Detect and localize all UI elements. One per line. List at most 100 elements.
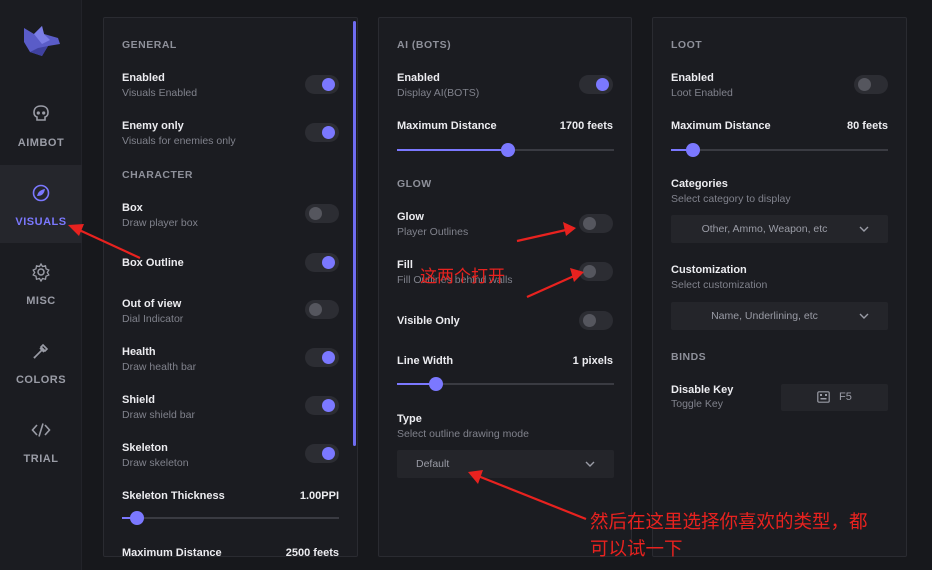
health-toggle[interactable] (305, 348, 339, 367)
categories-dropdown[interactable]: Other, Ammo, Weapon, etc (671, 215, 888, 243)
slider-thumb[interactable] (500, 143, 515, 157)
box-outline-toggle[interactable] (305, 253, 339, 272)
keyboard-icon (817, 391, 830, 403)
slider-thumb[interactable] (429, 377, 444, 391)
box-sub: Draw player box (122, 217, 198, 229)
visible-only-label: Visible Only (397, 315, 460, 327)
section-binds: BINDS (671, 351, 707, 363)
categories-sub: Select category to display (671, 193, 791, 205)
ai-enabled-sub: Display AI(BOTS) (397, 87, 480, 99)
disable-key-sub: Toggle Key (671, 398, 723, 410)
sidebar-item-label: AIMBOT (17, 137, 65, 149)
wolf-logo-icon (24, 26, 60, 56)
type-selected: Default (416, 458, 450, 470)
type-dropdown[interactable]: Default (397, 450, 614, 478)
loot-panel: LOOT Enabled Loot Enabled Maximum Distan… (652, 17, 907, 557)
annotation-open-both: 这两个打开 (420, 267, 505, 287)
categories-label: Categories (671, 178, 728, 190)
shield-toggle[interactable] (305, 396, 339, 415)
enabled-toggle[interactable] (305, 75, 339, 94)
shield-sub: Draw shield bar (122, 409, 195, 421)
chevron-down-icon (585, 461, 595, 467)
enabled-label: Enabled (122, 72, 165, 84)
sidebar-item-label: VISUALS (15, 216, 67, 228)
eye-icon (32, 184, 50, 202)
ai-enabled-label: Enabled (397, 72, 440, 84)
box-toggle[interactable] (305, 204, 339, 223)
chevron-down-icon (859, 226, 869, 232)
section-general: GENERAL (122, 39, 177, 51)
gear-icon (32, 262, 50, 282)
annotation-choose-type-line1: 然后在这里选择你喜欢的类型，都 (590, 512, 868, 533)
enabled-sub: Visuals Enabled (122, 87, 198, 99)
type-label: Type (397, 413, 422, 425)
chevron-down-icon (859, 313, 869, 319)
health-sub: Draw health bar (122, 361, 197, 373)
skeleton-thickness-label: Skeleton Thickness (122, 490, 225, 502)
ai-enabled-toggle[interactable] (579, 75, 613, 94)
sidebar-item-label: TRIAL (23, 453, 59, 465)
customization-sub: Select customization (671, 279, 768, 291)
glow-label: Glow (397, 211, 424, 223)
customization-dropdown[interactable]: Name, Underlining, etc (671, 302, 888, 330)
loot-enabled-sub: Loot Enabled (671, 87, 733, 99)
skeleton-label: Skeleton (122, 442, 168, 454)
section-loot: LOOT (671, 39, 703, 51)
sidebar-item-visuals[interactable]: VISUALS (0, 165, 82, 243)
shield-label: Shield (122, 394, 156, 406)
section-ai: AI (BOTS) (397, 39, 452, 51)
loot-enabled-label: Enabled (671, 72, 714, 84)
enemy-only-label: Enemy only (122, 120, 184, 132)
skull-icon (33, 105, 49, 121)
loot-max-distance-label: Maximum Distance (671, 120, 771, 132)
line-width-slider[interactable] (397, 376, 614, 392)
ai-panel: AI (BOTS) Enabled Display AI(BOTS) Maxim… (378, 17, 632, 557)
categories-selected: Other, Ammo, Weapon, etc (701, 223, 828, 235)
glow-sub: Player Outlines (397, 226, 469, 238)
visible-only-toggle[interactable] (579, 311, 613, 330)
out-of-view-toggle[interactable] (305, 300, 339, 319)
max-distance-value: 2500 feets (285, 547, 339, 557)
health-label: Health (122, 346, 156, 358)
panel-scrollbar[interactable] (353, 21, 356, 446)
skeleton-toggle[interactable] (305, 444, 339, 463)
out-of-view-sub: Dial Indicator (122, 313, 184, 325)
disable-key-label: Disable Key (671, 384, 734, 396)
annotation-choose-type-line2: 可以试一下 (590, 539, 683, 560)
loot-enabled-toggle[interactable] (854, 75, 888, 94)
general-panel: GENERAL Enabled Visuals Enabled Enemy on… (103, 17, 358, 557)
enemy-only-toggle[interactable] (305, 123, 339, 142)
type-sub: Select outline drawing mode (397, 428, 529, 440)
eyedropper-icon (33, 343, 49, 359)
box-label: Box (122, 202, 143, 214)
code-icon (31, 423, 51, 437)
ai-max-distance-value: 1700 feets (559, 120, 613, 132)
sidebar-item-aimbot[interactable]: AIMBOT (0, 86, 82, 164)
slider-thumb[interactable] (685, 143, 700, 157)
out-of-view-label: Out of view (122, 298, 182, 310)
customization-selected: Name, Underlining, etc (711, 310, 818, 322)
box-outline-label: Box Outline (122, 257, 184, 269)
customization-label: Customization (671, 264, 747, 276)
skeleton-thickness-slider[interactable] (122, 510, 339, 526)
disable-key-button[interactable]: F5 (781, 384, 888, 411)
fill-toggle[interactable] (579, 262, 613, 281)
sidebar: AIMBOT VISUALS MISC COLORS TRIAL (0, 0, 82, 570)
loot-max-distance-slider[interactable] (671, 142, 888, 158)
section-character: CHARACTER (122, 169, 193, 181)
slider-thumb[interactable] (130, 511, 145, 525)
fill-label: Fill (397, 259, 413, 271)
sidebar-item-colors[interactable]: COLORS (0, 323, 82, 401)
ai-max-distance-label: Maximum Distance (397, 120, 497, 132)
sidebar-item-label: COLORS (15, 374, 67, 386)
sidebar-item-misc[interactable]: MISC (0, 244, 82, 322)
line-width-value: 1 pixels (572, 355, 613, 367)
app-root: AIMBOT VISUALS MISC COLORS TRIAL GENERAL… (0, 0, 932, 570)
sidebar-item-trial[interactable]: TRIAL (0, 402, 82, 480)
ai-max-distance-slider[interactable] (397, 142, 614, 158)
skeleton-thickness-value: 1.00PPI (299, 490, 339, 502)
section-glow: GLOW (397, 178, 432, 190)
sidebar-item-label: MISC (26, 295, 56, 307)
glow-toggle[interactable] (579, 214, 613, 233)
enemy-only-sub: Visuals for enemies only (122, 135, 236, 147)
